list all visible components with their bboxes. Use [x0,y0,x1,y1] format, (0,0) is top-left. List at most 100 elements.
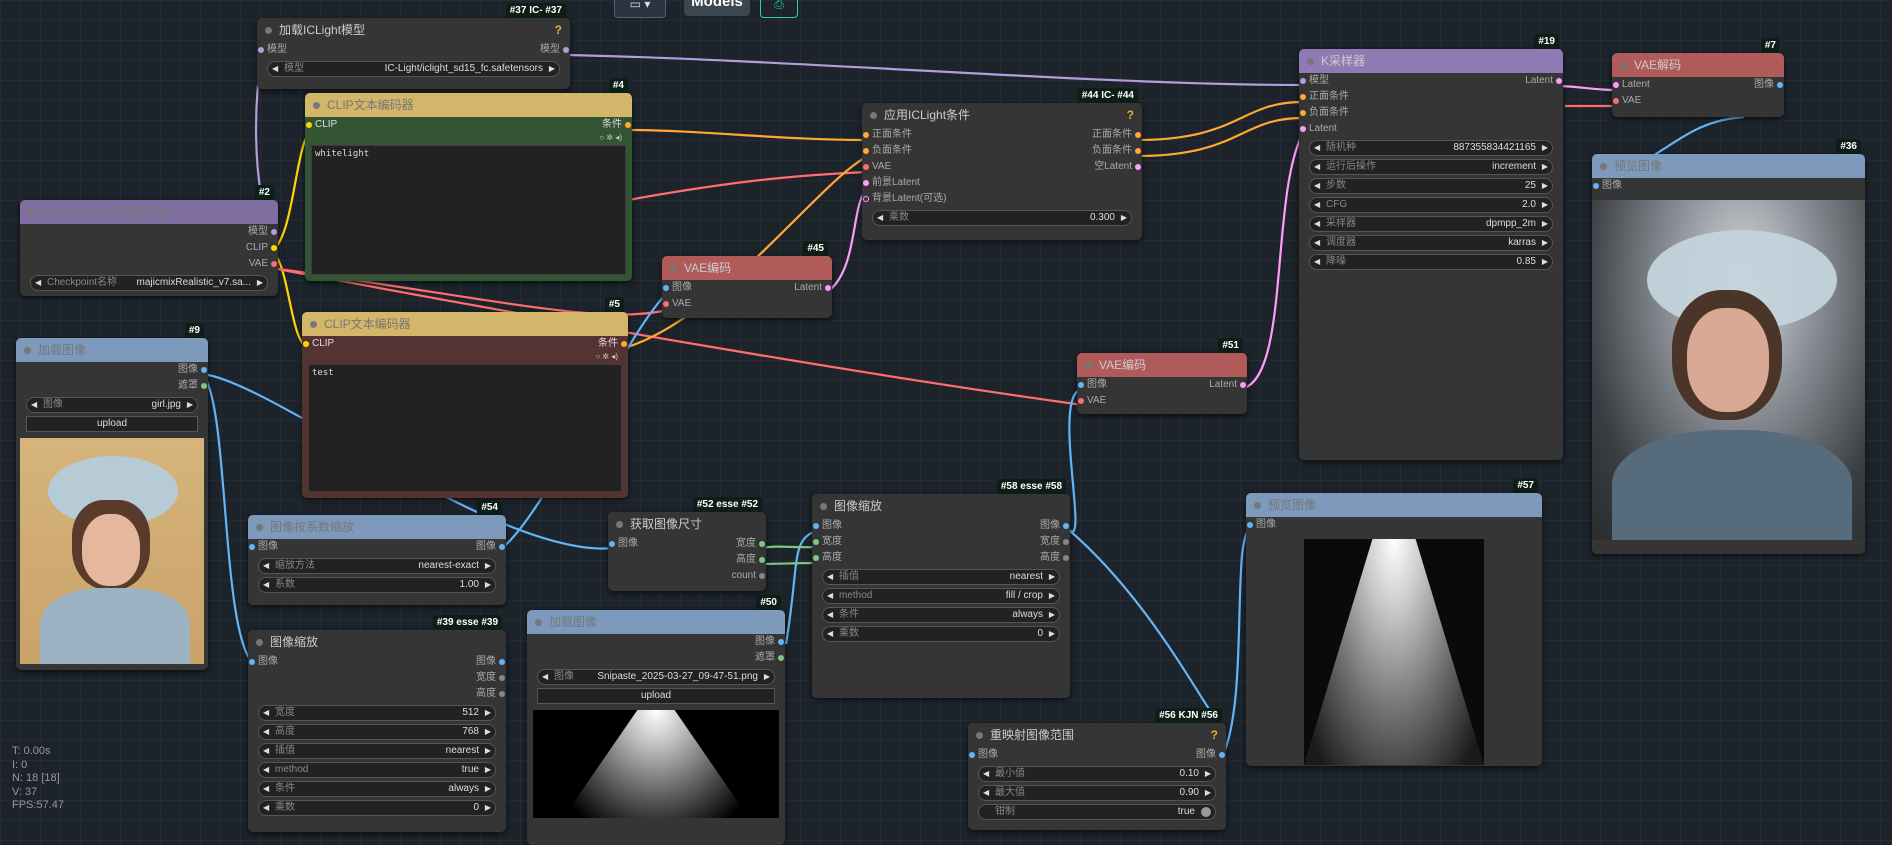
output-height[interactable]: 高度 [476,686,505,702]
output-width[interactable]: 宽度 [476,670,505,686]
input-image[interactable]: 图像 [1593,178,1622,194]
input-image[interactable]: 图像 [663,280,692,296]
upload-button[interactable]: upload [537,688,775,704]
prompt-textarea[interactable]: whitelight [311,145,626,275]
node-title[interactable]: 加载ICLight模型? [257,18,570,42]
widget-scheduler[interactable]: ◀ 调度器 karras ▶ [1309,235,1553,251]
output-empty-latent[interactable]: 空Latent [1094,159,1141,175]
node-preview-image-light[interactable]: #57 预览图像 图像 [1246,478,1542,766]
input-image[interactable]: 图像 [609,536,638,552]
node-title[interactable]: 预览图像 [1592,154,1865,178]
output-vae[interactable]: VAE [249,256,277,272]
widget-method[interactable]: ◀ method fill / crop ▶ [822,588,1060,604]
node-load-iclight-model[interactable]: #37 IC- #37 加载ICLight模型? 模型 模型 ◀ 模型 IC-Lig… [257,3,570,89]
widget-multiple-of[interactable]: ◀ 乘数 0 ▶ [258,800,496,816]
node-title[interactable]: VAE编码 [1077,353,1247,377]
widget-clamp-toggle[interactable]: 钳制 true [978,804,1216,820]
output-image[interactable]: 图像 [178,362,207,378]
widget-max[interactable]: ◀ 最大值 0.90 ▶ [978,785,1216,801]
node-load-image-girl[interactable]: #9 加载图像 图像 遮罩 ◀ 图像 girl.jpg ▶ upload [16,323,208,670]
node-ksampler[interactable]: #19 K采样器 模型 Latent 正面条件 负面条件 Latent ◀ 随机种… [1299,34,1563,460]
node-load-image-light[interactable]: #50 加载图像 图像 遮罩 ◀ 图像 Snipaste_2025-03-27_09… [527,595,785,845]
widget-denoise[interactable]: ◀ 降噪 0.85 ▶ [1309,254,1553,270]
output-latent[interactable]: Latent [794,280,831,296]
output-image[interactable]: 图像 [755,634,784,650]
widget-min[interactable]: ◀ 最小值 0.10 ▶ [978,766,1216,782]
models-button[interactable]: Models [684,0,750,16]
input-model[interactable]: 模型 [258,42,287,58]
input-image[interactable]: 图像 [249,654,278,670]
node-vae-encode-45[interactable]: #45 VAE编码 图像 Latent VAE [662,241,832,318]
output-clip[interactable]: CLIP [246,240,277,256]
output-model[interactable]: 模型 [540,42,569,58]
widget-sampler[interactable]: ◀ 采样器 dpmpp_2m ▶ [1309,216,1553,232]
node-image-resize-39[interactable]: #39 esse #39 图像缩放 图像 图像 宽度 高度 ◀ 宽度 512 ▶ ◀ 高… [248,615,506,832]
input-height[interactable]: 高度 [813,550,842,566]
output-latent[interactable]: Latent [1209,377,1246,393]
node-title[interactable]: 加载图像 [527,610,785,634]
node-preview-image-result[interactable]: #36 预览图像 图像 [1592,139,1865,554]
help-icon[interactable]: ? [555,18,562,42]
node-title[interactable]: Checkpoint加载器(简易) [20,200,278,224]
output-conditioning[interactable]: 条件 [598,336,627,352]
widget-cfg[interactable]: ◀ CFG 2.0 ▶ [1309,197,1553,213]
output-model[interactable]: 模型 [248,224,277,240]
widget-method[interactable]: ◀ method true ▶ [258,762,496,778]
node-title[interactable]: 图像缩放 [248,630,506,654]
widget-height[interactable]: ◀ 高度 768 ▶ [258,724,496,740]
output-height[interactable]: 高度 [736,552,765,568]
node-title[interactable]: VAE编码 [662,256,832,280]
input-latent[interactable]: Latent [1613,77,1650,93]
widget-condition[interactable]: ◀ 条件 always ▶ [822,607,1060,623]
node-checkpoint-loader[interactable]: #2 Checkpoint加载器(简易) 模型 CLIP VAE ◀ Checkp… [20,185,278,296]
widget-model-select[interactable]: ◀ 模型 IC-Light/iclight_sd15_fc.safetensors ▶ [267,61,560,77]
widget-interpolation[interactable]: ◀ 插值 nearest ▶ [258,743,496,759]
input-background-latent[interactable]: 背景Latent(可选) [863,191,946,207]
output-latent[interactable]: Latent [1525,73,1562,89]
node-vae-decode[interactable]: #7 VAE解码 Latent 图像 VAE [1612,38,1784,117]
node-title[interactable]: 图像按系数缩放 [248,515,506,539]
text-tools[interactable]: ○ ✲ ◂) [302,352,628,362]
input-image[interactable]: 图像 [813,518,842,534]
input-vae[interactable]: VAE [1613,93,1641,109]
input-negative[interactable]: 负面条件 [863,143,912,159]
output-mask[interactable]: 遮罩 [755,650,784,666]
input-clip[interactable]: CLIP [303,336,334,352]
node-vae-encode-51[interactable]: #51 VAE编码 图像 Latent VAE [1077,338,1247,414]
output-width[interactable]: 宽度 [736,536,765,552]
output-count[interactable]: count [732,568,765,584]
help-icon[interactable]: ? [1127,103,1134,127]
text-tools[interactable]: ○ ✲ ◂) [305,133,632,143]
prompt-textarea[interactable]: test [308,364,622,492]
widget-image-select[interactable]: ◀ 图像 girl.jpg ▶ [26,397,198,413]
toggle-knob[interactable] [1201,807,1211,817]
output-width[interactable]: 宽度 [1040,534,1069,550]
input-foreground-latent[interactable]: 前景Latent [863,175,920,191]
output-conditioning[interactable]: 条件 [602,117,631,133]
node-image-scale-by[interactable]: #54 图像按系数缩放 图像 图像 ◀ 缩放方法 nearest-exact ▶ ◀ 系… [248,500,506,605]
node-title[interactable]: 预览图像 [1246,493,1542,517]
input-clip[interactable]: CLIP [306,117,337,133]
output-positive[interactable]: 正面条件 [1092,127,1141,143]
node-title[interactable]: VAE解码 [1612,53,1784,77]
node-title[interactable]: CLIP文本编码器 [302,312,628,336]
node-apply-iclight-conditioning[interactable]: #44 IC- #44 应用ICLight条件? 正面条件 正面条件 负面条件 … [862,88,1142,240]
input-image[interactable]: 图像 [969,747,998,763]
widget-multiple-of[interactable]: ◀ 乘数 0 ▶ [822,626,1060,642]
input-vae[interactable]: VAE [863,159,891,175]
node-clip-text-encode-negative[interactable]: #5 CLIP文本编码器 CLIP 条件 ○ ✲ ◂) test [302,297,628,498]
output-image[interactable]: 图像 [476,654,505,670]
widget-width[interactable]: ◀ 宽度 512 ▶ [258,705,496,721]
input-negative[interactable]: 负面条件 [1300,105,1349,121]
input-image[interactable]: 图像 [1078,377,1107,393]
layout-dropdown[interactable]: ▭ ▾ [614,0,666,18]
node-title[interactable]: 重映射图像范围? [968,723,1226,747]
input-vae[interactable]: VAE [1078,393,1106,409]
widget-control-after-generate[interactable]: ◀ 运行后操作 increment ▶ [1309,159,1553,175]
widget-interpolation[interactable]: ◀ 插值 nearest ▶ [822,569,1060,585]
upload-button[interactable]: upload [26,416,198,432]
widget-condition[interactable]: ◀ 条件 always ▶ [258,781,496,797]
node-title[interactable]: CLIP文本编码器 [305,93,632,117]
output-mask[interactable]: 遮罩 [178,378,207,394]
output-image[interactable]: 图像 [1754,77,1783,93]
